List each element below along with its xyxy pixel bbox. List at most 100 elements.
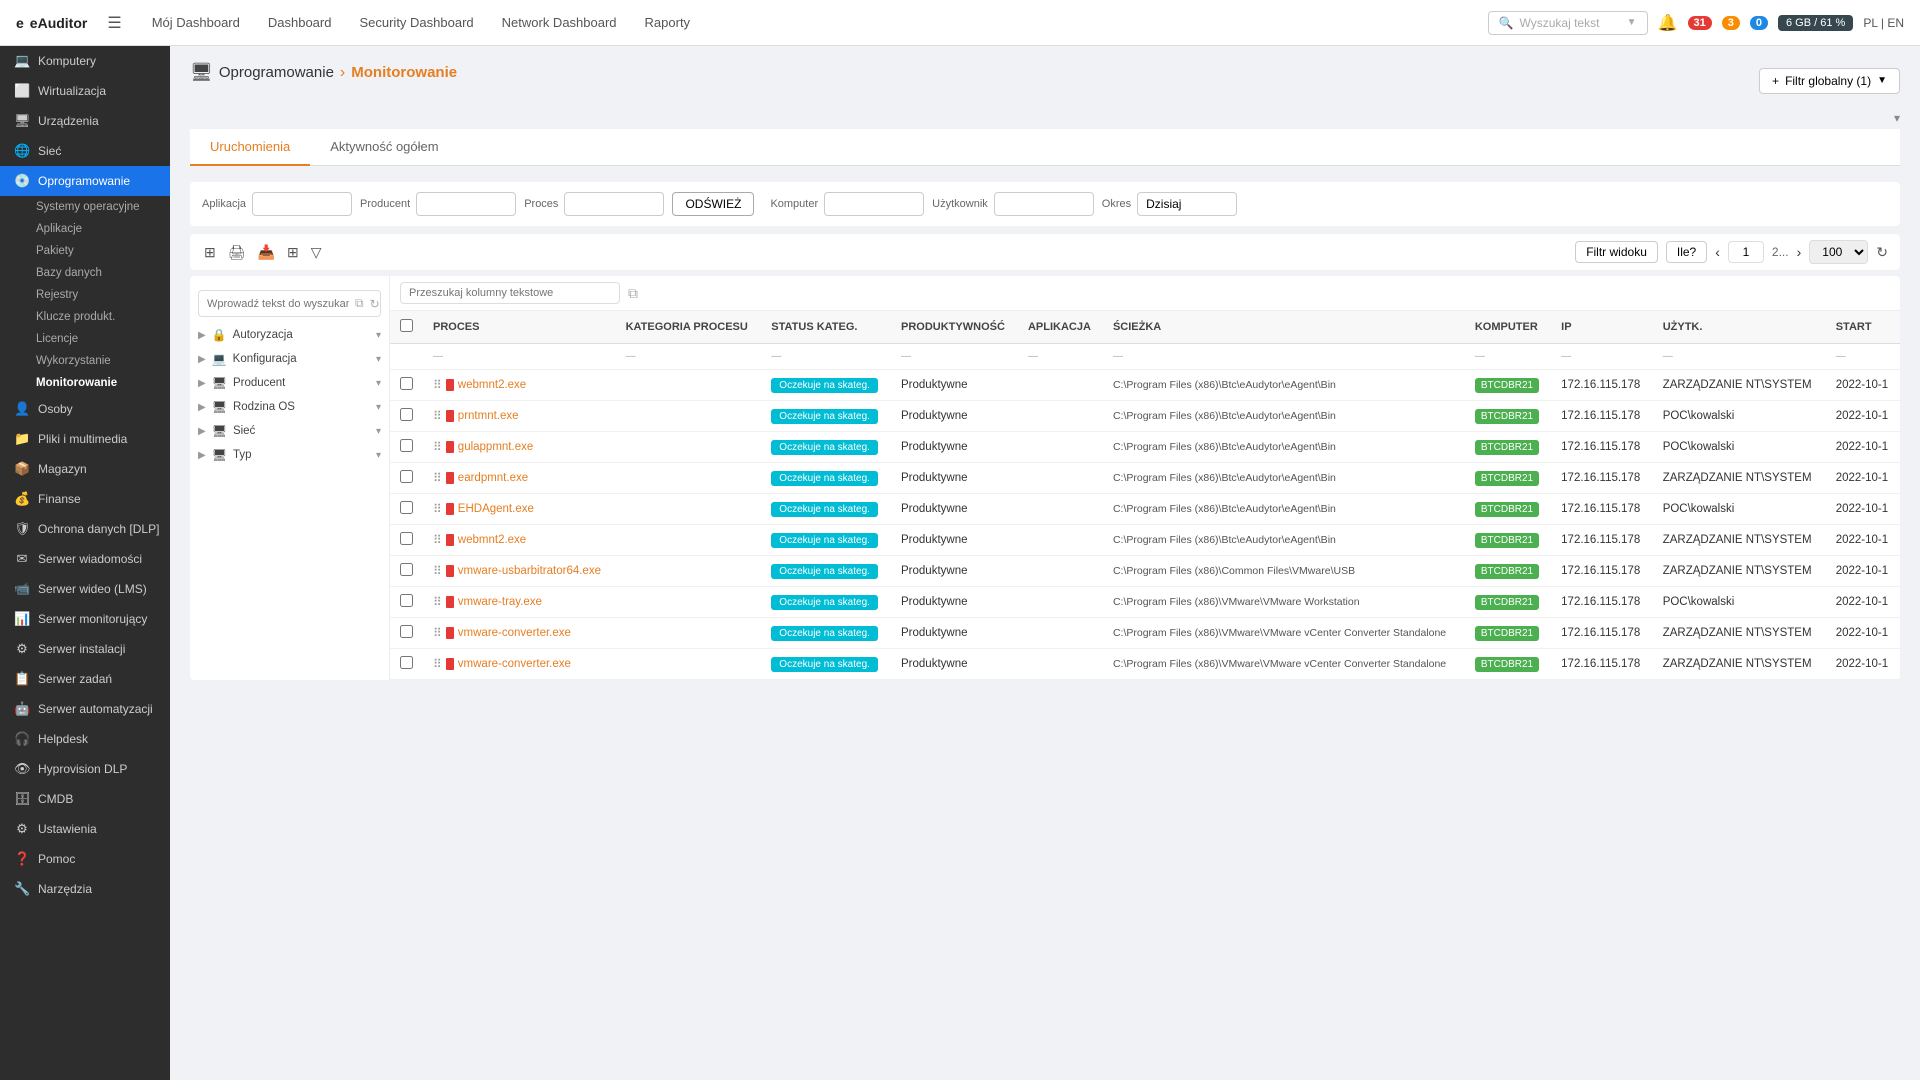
- sidebar-sub-licencje[interactable]: Licencje: [0, 328, 170, 350]
- row-grid-icon[interactable]: ⠿: [433, 502, 442, 516]
- row-process-link[interactable]: gulappmnt.exe: [458, 441, 533, 453]
- sidebar-sub-klucze[interactable]: Klucze produkt.: [0, 306, 170, 328]
- filter-view-button[interactable]: Filtr widoku: [1575, 241, 1658, 263]
- sidebar-item-serwer-automatyzacji[interactable]: 🤖 Serwer automatyzacji: [0, 694, 170, 724]
- row-grid-icon[interactable]: ⠿: [433, 440, 442, 454]
- sidebar-item-pliki[interactable]: 📁 Pliki i multimedia: [0, 424, 170, 454]
- producent-select[interactable]: [416, 192, 516, 216]
- tree-search-box[interactable]: ⧉ ↻: [198, 290, 381, 317]
- sidebar-item-wirtualizacja[interactable]: ⬜ Wirtualizacja: [0, 76, 170, 106]
- row-process-link[interactable]: vmware-converter.exe: [458, 627, 571, 639]
- row-process-link[interactable]: vmware-converter.exe: [458, 658, 571, 670]
- row-process-link[interactable]: vmware-usbarbitrator64.exe: [458, 565, 601, 577]
- row-grid-icon[interactable]: ⠿: [433, 595, 442, 609]
- sidebar-sub-aplikacje[interactable]: Aplikacje: [0, 218, 170, 240]
- row-checkbox[interactable]: [400, 408, 413, 421]
- page-prev-button[interactable]: ‹: [1715, 244, 1720, 260]
- row-checkbox[interactable]: [400, 532, 413, 545]
- komputer-select[interactable]: [824, 192, 924, 216]
- row-checkbox[interactable]: [400, 439, 413, 452]
- proces-select[interactable]: [564, 192, 664, 216]
- column-search-icon[interactable]: ⧉: [628, 285, 638, 302]
- nav-my-dashboard[interactable]: Mój Dashboard: [138, 0, 254, 46]
- column-search-input[interactable]: [400, 282, 620, 304]
- sidebar-item-serwer-wideo[interactable]: 📹 Serwer wideo (LMS): [0, 574, 170, 604]
- tree-item-autoryzacja[interactable]: ▶ 🔒 Autoryzacja ▾: [190, 323, 389, 347]
- tree-expand-arrow-icon-5[interactable]: ▾: [376, 426, 381, 437]
- sidebar-item-serwer-zadan[interactable]: 📋 Serwer zadań: [0, 664, 170, 694]
- page-next-button[interactable]: ›: [1797, 244, 1802, 260]
- search-box[interactable]: 🔍 Wyszukaj tekst ▼: [1488, 11, 1648, 35]
- grid-view-icon[interactable]: ⊞: [285, 242, 301, 263]
- row-process-link[interactable]: webmnt2.exe: [458, 379, 526, 391]
- tree-search-input[interactable]: [207, 298, 349, 310]
- print-icon[interactable]: 🖨: [226, 242, 248, 263]
- tab-uruchomienia[interactable]: Uruchomienia: [190, 129, 310, 166]
- sidebar-sub-pakiety[interactable]: Pakiety: [0, 240, 170, 262]
- sidebar-sub-systemy[interactable]: Systemy operacyjne: [0, 196, 170, 218]
- okres-select[interactable]: Dzisiaj: [1137, 192, 1237, 216]
- row-grid-icon[interactable]: ⠿: [433, 533, 442, 547]
- tree-expand-arrow-icon-4[interactable]: ▾: [376, 402, 381, 413]
- refresh-button[interactable]: ODŚWIEŻ: [672, 192, 754, 216]
- sidebar-item-urzadzenia[interactable]: 🖥 Urządzenia: [0, 106, 170, 136]
- sidebar-item-cmdb[interactable]: 🗄 CMDB: [0, 784, 170, 814]
- notification-bell-icon[interactable]: 🔔: [1658, 13, 1678, 33]
- sidebar-item-finanse[interactable]: 💰 Finanse: [0, 484, 170, 514]
- sidebar-item-serwer-instalacji[interactable]: ⚙ Serwer instalacji: [0, 634, 170, 664]
- tree-expand-arrow-icon-2[interactable]: ▾: [376, 354, 381, 365]
- tree-refresh-icon[interactable]: ↻: [370, 297, 380, 311]
- sidebar-item-dlp[interactable]: 🛡 Ochrona danych [DLP]: [0, 514, 170, 544]
- aplikacja-select[interactable]: [252, 192, 352, 216]
- row-process-link[interactable]: prntmnt.exe: [458, 410, 519, 422]
- page-number-input[interactable]: [1728, 241, 1764, 263]
- tree-item-rodzina-os[interactable]: ▶ 🖥 Rodzina OS ▾: [190, 395, 389, 419]
- nav-security-dashboard[interactable]: Security Dashboard: [345, 0, 487, 46]
- row-grid-icon[interactable]: ⠿: [433, 564, 442, 578]
- row-grid-icon[interactable]: ⠿: [433, 626, 442, 640]
- tree-item-siec[interactable]: ▶ 🖥 Sieć ▾: [190, 419, 389, 443]
- tree-item-producent[interactable]: ▶ 🖥 Producent ▾: [190, 371, 389, 395]
- tree-copy-icon[interactable]: ⧉: [355, 296, 364, 311]
- row-process-link[interactable]: vmware-tray.exe: [458, 596, 542, 608]
- select-all-checkbox[interactable]: [400, 319, 413, 332]
- collapse-arrow-icon[interactable]: ▾: [1894, 111, 1900, 125]
- row-process-link[interactable]: EHDAgent.exe: [458, 503, 534, 515]
- select-all-icon[interactable]: ⊞: [202, 242, 218, 263]
- sidebar-item-serwer-wiadomosci[interactable]: ✉ Serwer wiadomości: [0, 544, 170, 574]
- sidebar-item-oprogramowanie[interactable]: 💿 Oprogramowanie: [0, 166, 170, 196]
- sidebar-item-osoby[interactable]: 👤 Osoby: [0, 394, 170, 424]
- row-checkbox[interactable]: [400, 594, 413, 607]
- row-process-link[interactable]: webmnt2.exe: [458, 534, 526, 546]
- sidebar-item-magazyn[interactable]: 📦 Magazyn: [0, 454, 170, 484]
- row-checkbox[interactable]: [400, 501, 413, 514]
- row-process-link[interactable]: eardpmnt.exe: [458, 472, 528, 484]
- nav-network-dashboard[interactable]: Network Dashboard: [488, 0, 631, 46]
- sidebar-item-ustawienia[interactable]: ⚙ Ustawienia: [0, 814, 170, 844]
- table-refresh-icon[interactable]: ↻: [1876, 244, 1888, 261]
- export-icon[interactable]: 📥: [256, 242, 277, 263]
- row-grid-icon[interactable]: ⠿: [433, 409, 442, 423]
- ile-button[interactable]: Ile?: [1666, 241, 1707, 263]
- global-filter-button[interactable]: + Filtr globalny (1) ▼: [1759, 68, 1900, 94]
- sidebar-item-komputery[interactable]: 💻 Komputery: [0, 46, 170, 76]
- sidebar-sub-bazy-danych[interactable]: Bazy danych: [0, 262, 170, 284]
- sidebar-item-helpdesk[interactable]: 🎧 Helpdesk: [0, 724, 170, 754]
- uzytkownik-select[interactable]: [994, 192, 1094, 216]
- search-dropdown-arrow[interactable]: ▼: [1627, 17, 1637, 28]
- row-grid-icon[interactable]: ⠿: [433, 378, 442, 392]
- language-selector[interactable]: PL | EN: [1863, 16, 1904, 30]
- nav-dashboard[interactable]: Dashboard: [254, 0, 346, 46]
- row-checkbox[interactable]: [400, 377, 413, 390]
- row-checkbox[interactable]: [400, 656, 413, 669]
- sidebar-item-siec[interactable]: 🌐 Sieć: [0, 136, 170, 166]
- nav-raporty[interactable]: Raporty: [631, 0, 705, 46]
- tree-expand-arrow-icon-6[interactable]: ▾: [376, 450, 381, 461]
- row-checkbox[interactable]: [400, 563, 413, 576]
- tree-expand-arrow-icon[interactable]: ▾: [376, 330, 381, 341]
- row-grid-icon[interactable]: ⠿: [433, 471, 442, 485]
- tab-aktywnosc[interactable]: Aktywność ogółem: [310, 129, 458, 166]
- sidebar-sub-monitorowanie[interactable]: Monitorowanie: [0, 372, 170, 394]
- tree-expand-arrow-icon-3[interactable]: ▾: [376, 378, 381, 389]
- row-grid-icon[interactable]: ⠿: [433, 657, 442, 671]
